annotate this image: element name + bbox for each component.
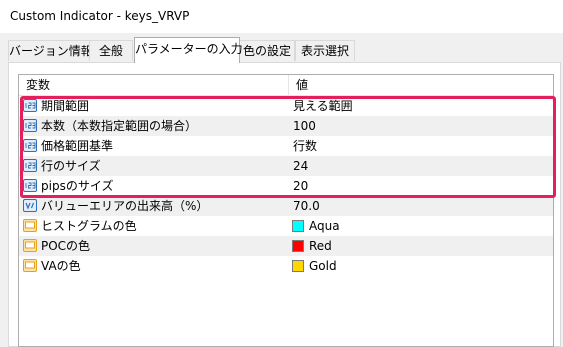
variable-name: ヒストグラムの色 (41, 219, 137, 233)
variable-name: pipsのサイズ (41, 179, 114, 193)
integer-param-icon (23, 179, 37, 192)
variable-name: 行のサイズ (41, 159, 101, 173)
table-row[interactable]: 期間範囲 見える範囲 (19, 96, 553, 116)
value-text: Aqua (309, 219, 340, 233)
color-param-icon (23, 259, 37, 272)
table-row[interactable]: VAの色 Gold (19, 256, 553, 276)
color-swatch[interactable] (292, 220, 304, 232)
tab-inputs[interactable]: パラメーターの入力 (134, 37, 243, 63)
table-row[interactable]: 本数（本数指定範囲の場合） 100 (19, 116, 553, 136)
variable-cell: バリューエリアの出来高（%） (19, 196, 288, 216)
variable-cell: pipsのサイズ (19, 176, 288, 196)
value-cell[interactable]: 行数 (288, 136, 553, 156)
table-row[interactable]: 価格範囲基準 行数 (19, 136, 553, 156)
variable-cell: POCの色 (19, 236, 288, 256)
integer-param-icon (23, 139, 37, 152)
double-param-icon (23, 199, 37, 212)
value-text: 24 (293, 159, 309, 173)
value-text: Red (309, 239, 332, 253)
column-header-variable[interactable]: 変数 (19, 75, 288, 95)
variable-cell: VAの色 (19, 256, 288, 276)
table-row[interactable]: POCの色 Red (19, 236, 553, 256)
column-header-value[interactable]: 値 (289, 75, 553, 95)
integer-param-icon (23, 159, 37, 172)
value-cell[interactable]: 20 (288, 176, 553, 196)
tab-version-info[interactable]: バージョン情報 (8, 40, 93, 61)
grid-header: 変数 値 (19, 75, 553, 96)
variable-name: 価格範囲基準 (41, 139, 114, 153)
color-param-icon (23, 239, 37, 252)
value-cell[interactable]: 100 (288, 116, 553, 136)
tab-visualization[interactable]: 表示選択 (295, 40, 355, 61)
variable-cell: 価格範囲基準 (19, 136, 288, 156)
value-cell[interactable]: Gold (288, 256, 553, 276)
integer-param-icon (23, 99, 37, 112)
value-cell[interactable]: Aqua (288, 216, 553, 236)
table-row[interactable]: ヒストグラムの色 Aqua (19, 216, 553, 236)
variable-cell: 行のサイズ (19, 156, 288, 176)
value-text: 20 (293, 179, 309, 193)
value-cell[interactable]: Red (288, 236, 553, 256)
value-text: 100 (293, 119, 316, 133)
variable-name: VAの色 (41, 259, 81, 273)
variable-name: 期間範囲 (41, 99, 90, 113)
color-swatch[interactable] (292, 240, 304, 252)
table-row[interactable]: 行のサイズ 24 (19, 156, 553, 176)
value-cell[interactable]: 見える範囲 (288, 96, 553, 116)
value-text: 見える範囲 (293, 99, 353, 113)
parameters-grid: 変数 値 期間範囲 見える範囲本数（本数指定範囲の場合） 100 価格範囲基準 行数行の… (18, 74, 554, 347)
value-text: 行数 (293, 139, 318, 153)
variable-name: POCの色 (41, 239, 91, 253)
tab-general[interactable]: 全般 (89, 40, 133, 61)
variable-cell: 本数（本数指定範囲の場合） (19, 116, 288, 136)
color-param-icon (23, 219, 37, 232)
value-text: Gold (309, 259, 337, 273)
value-cell[interactable]: 24 (288, 156, 553, 176)
variable-name: バリューエリアの出来高（%） (41, 199, 209, 213)
tab-strip: バージョン情報 全般 パラメーターの入力 色の設定 表示選択 (0, 36, 563, 63)
tab-colors[interactable]: 色の設定 (239, 40, 295, 61)
table-row[interactable]: バリューエリアの出来高（%） 70.0 (19, 196, 553, 216)
variable-name: 本数（本数指定範囲の場合） (41, 119, 198, 133)
window-title: Custom Indicator - keys_VRVP (10, 9, 190, 23)
variable-cell: 期間範囲 (19, 96, 288, 116)
value-cell[interactable]: 70.0 (288, 196, 553, 216)
title-bar: Custom Indicator - keys_VRVP (0, 0, 563, 33)
table-row[interactable]: pipsのサイズ 20 (19, 176, 553, 196)
variable-cell: ヒストグラムの色 (19, 216, 288, 236)
color-swatch[interactable] (292, 260, 304, 272)
value-text: 70.0 (293, 199, 320, 213)
integer-param-icon (23, 119, 37, 132)
